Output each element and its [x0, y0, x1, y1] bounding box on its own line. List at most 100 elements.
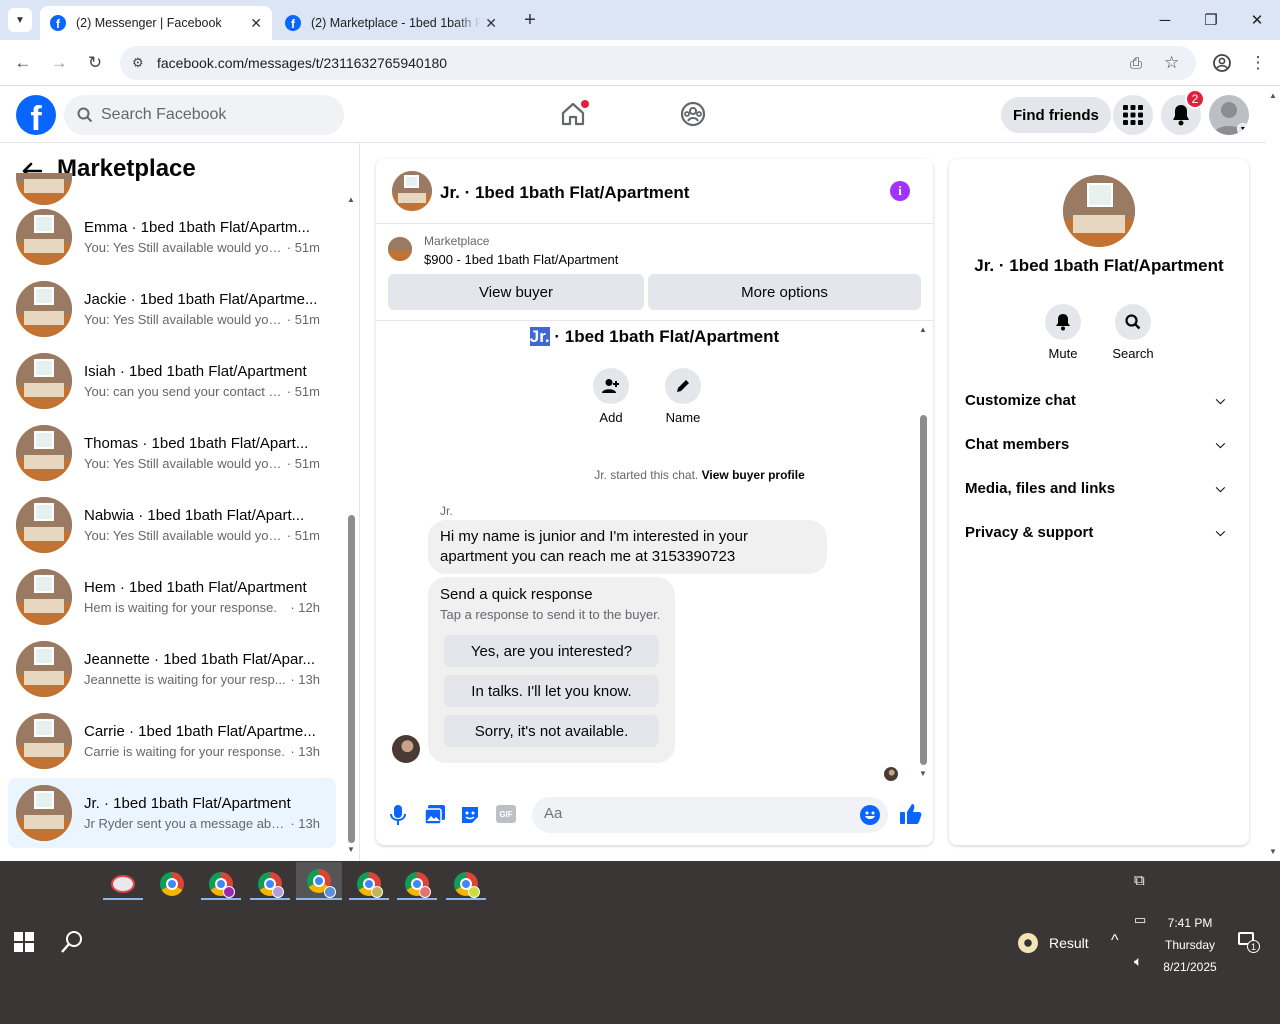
bell-icon[interactable]: [1045, 304, 1081, 340]
sticker-icon[interactable]: [460, 805, 480, 830]
list-scrollbar[interactable]: ▲ ▼: [345, 193, 357, 857]
pencil-icon[interactable]: [665, 368, 701, 404]
gif-icon[interactable]: GIF: [496, 805, 516, 823]
account-button[interactable]: ▼: [1209, 95, 1249, 135]
tab-marketplace[interactable]: f (2) Marketplace - 1bed 1bath Fl ✕: [275, 6, 507, 40]
taskbar-app-chrome-profile-2[interactable]: [250, 868, 290, 900]
install-app-icon[interactable]: ⎙: [1130, 55, 1142, 72]
scroll-thumb[interactable]: [920, 415, 927, 765]
section-label: Privacy & support: [965, 523, 1094, 541]
volume-icon[interactable]: 🔈︎: [1134, 953, 1142, 970]
show-hidden-icons-icon[interactable]: ^: [1111, 932, 1119, 950]
listing-thumbnail[interactable]: [388, 237, 412, 261]
scroll-down-arrow[interactable]: ▼: [1269, 847, 1277, 856]
mute-action[interactable]: Mute: [1043, 304, 1083, 361]
view-buyer-button[interactable]: View buyer: [388, 274, 644, 310]
details-avatar[interactable]: [1063, 175, 1135, 247]
scroll-up-arrow[interactable]: ▲: [347, 195, 355, 204]
restore-button[interactable]: ❐: [1188, 0, 1234, 40]
microphone-icon[interactable]: [390, 805, 406, 830]
conversation-item[interactable]: Jr. · 1bed 1bath Flat/Apartment Jr Ryder …: [8, 778, 336, 848]
new-tab-button[interactable]: +: [518, 8, 542, 32]
conversation-item[interactable]: Jeannette · 1bed 1bath Flat/Apar... Jeann…: [8, 634, 336, 704]
menu-button[interactable]: [1113, 95, 1153, 135]
quick-response-not-available[interactable]: Sorry, it's not available.: [444, 715, 659, 747]
search-icon[interactable]: [1115, 304, 1151, 340]
add-person-icon[interactable]: [593, 368, 629, 404]
close-window-button[interactable]: ✕: [1234, 0, 1280, 40]
photo-icon[interactable]: [424, 805, 445, 830]
taskbar-app-chrome-profile-4[interactable]: [349, 868, 389, 900]
reload-button[interactable]: ↻: [80, 48, 110, 78]
taskbar-app-paint[interactable]: [103, 868, 143, 900]
section-customize-chat[interactable]: Customize chat ⌵: [965, 378, 1233, 422]
name-action[interactable]: Name: [660, 368, 706, 425]
back-button[interactable]: ←: [8, 48, 38, 78]
facebook-logo[interactable]: f: [16, 95, 56, 135]
add-member-action[interactable]: Add: [593, 368, 629, 425]
meet-now-icon[interactable]: ⧉: [1134, 872, 1145, 889]
clock[interactable]: 7:41 PM Thursday 8/21/2025: [1160, 912, 1220, 978]
bookmark-star-icon[interactable]: ☆: [1164, 53, 1179, 73]
taskbar-app-chrome-profile-3[interactable]: [296, 862, 342, 900]
minimize-button[interactable]: ─: [1142, 0, 1188, 40]
conversation-item[interactable]: Thomas · 1bed 1bath Flat/Apart... You: Ye…: [8, 418, 336, 488]
notifications-button[interactable]: 2: [1161, 89, 1205, 135]
conversation-item[interactable]: Carrie · 1bed 1bath Flat/Apartme... Carri…: [8, 706, 336, 776]
taskbar-app-chrome-profile-5[interactable]: [397, 868, 437, 900]
conversation-item[interactable]: Emma · 1bed 1bath Flat/Apartm... You: Yes…: [8, 202, 336, 272]
conversation-item[interactable]: Jackie · 1bed 1bath Flat/Apartme... You: …: [8, 274, 336, 344]
action-center-button[interactable]: 1: [1238, 932, 1260, 953]
search-action[interactable]: Search: [1111, 304, 1155, 361]
network-icon[interactable]: ▭: [1134, 912, 1146, 928]
emoji-icon[interactable]: [860, 805, 880, 825]
start-button[interactable]: [14, 932, 34, 952]
chat-scrollbar[interactable]: ▲ ▼: [917, 325, 929, 778]
message-bubble[interactable]: Hi my name is junior and I'm interested …: [428, 520, 827, 574]
scroll-down-arrow[interactable]: ▼: [347, 845, 355, 854]
browser-menu-button[interactable]: ⋮: [1243, 48, 1273, 78]
facebook-search[interactable]: [64, 95, 344, 135]
conversation-item[interactable]: Isiah · 1bed 1bath Flat/Apartment You: ca…: [8, 346, 336, 416]
more-options-button[interactable]: More options: [648, 274, 921, 310]
message-input-wrap[interactable]: [532, 797, 888, 833]
like-icon[interactable]: [900, 803, 922, 830]
tab-search-button[interactable]: ▼: [8, 8, 32, 32]
scroll-up-arrow[interactable]: ▲: [919, 325, 927, 334]
taskbar-app-chrome[interactable]: [152, 868, 192, 900]
quick-response-in-talks[interactable]: In talks. I'll let you know.: [444, 675, 659, 707]
info-button[interactable]: i: [890, 181, 910, 201]
groups-nav-button[interactable]: [676, 97, 710, 131]
view-buyer-profile-link[interactable]: View buyer profile: [702, 468, 805, 482]
taskbar-app-chrome-profile-n[interactable]: [201, 868, 241, 900]
profile-button[interactable]: [1207, 48, 1237, 78]
sender-avatar[interactable]: [392, 735, 420, 763]
section-media-files-links[interactable]: Media, files and links ⌵: [965, 466, 1233, 510]
scroll-thumb[interactable]: [348, 515, 355, 843]
url-text[interactable]: facebook.com/messages/t/2311632765940180: [157, 55, 447, 71]
scroll-down-arrow[interactable]: ▼: [919, 769, 927, 778]
taskbar-app-chrome-profile-6[interactable]: [446, 868, 486, 900]
close-tab-icon[interactable]: ✕: [485, 15, 497, 32]
quick-response-yes[interactable]: Yes, are you interested?: [444, 635, 659, 667]
conversation-item[interactable]: Hem · 1bed 1bath Flat/Apartment Hem is wa…: [8, 562, 336, 632]
listing-title[interactable]: $900 - 1bed 1bath Flat/Apartment: [424, 252, 618, 267]
close-tab-icon[interactable]: ✕: [250, 15, 262, 32]
home-nav-button[interactable]: [556, 97, 590, 131]
page-scrollbar[interactable]: ▲ ▼: [1266, 87, 1280, 861]
scroll-up-arrow[interactable]: ▲: [1269, 91, 1277, 100]
weather-widget[interactable]: Result: [1018, 933, 1089, 953]
find-friends-button[interactable]: Find friends: [1001, 97, 1111, 133]
address-bar[interactable]: ⚙ facebook.com/messages/t/23116327659401…: [120, 46, 1196, 80]
tab-messenger[interactable]: f (2) Messenger | Facebook ✕: [40, 6, 272, 40]
message-input[interactable]: [544, 805, 844, 822]
chat-avatar[interactable]: [392, 171, 432, 211]
search-input[interactable]: [101, 106, 321, 124]
conversation-item[interactable]: Nabwia · 1bed 1bath Flat/Apart... You: Ye…: [8, 490, 336, 560]
chat-title[interactable]: Jr. · 1bed 1bath Flat/Apartment: [440, 183, 689, 203]
forward-button[interactable]: →: [44, 48, 74, 78]
section-chat-members[interactable]: Chat members ⌵: [965, 422, 1233, 466]
taskbar-search-button[interactable]: [60, 930, 84, 959]
site-info-icon[interactable]: ⚙: [132, 55, 144, 71]
section-privacy-support[interactable]: Privacy & support ⌵: [965, 510, 1233, 554]
